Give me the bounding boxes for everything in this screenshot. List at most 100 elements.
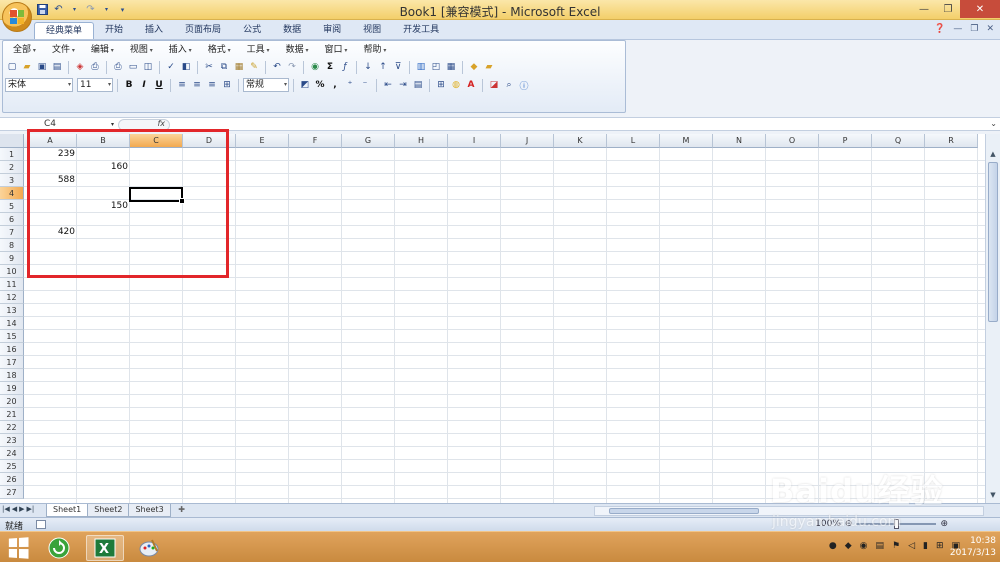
column-header[interactable]: N: [713, 134, 766, 148]
currency-icon[interactable]: ◩: [298, 78, 312, 92]
zoom-level[interactable]: 100%: [815, 519, 841, 529]
scroll-up-icon[interactable]: ▲: [987, 148, 999, 160]
macro-icon[interactable]: ◆: [467, 60, 481, 74]
zoom-out-icon[interactable]: ⊖: [845, 519, 853, 529]
row-header[interactable]: 5: [0, 200, 24, 213]
close-button[interactable]: ✕: [960, 0, 1000, 18]
increase-decimal-icon[interactable]: ⁺: [343, 78, 357, 92]
row-header[interactable]: 17: [0, 356, 24, 369]
column-header[interactable]: O: [766, 134, 819, 148]
minimize-button[interactable]: —: [912, 0, 936, 18]
ribbon-minimize-button[interactable]: —: [953, 24, 962, 34]
open-folder-icon[interactable]: ▰: [20, 60, 34, 74]
zoom-slider-knob[interactable]: [894, 519, 900, 529]
horizontal-scrollbar[interactable]: [594, 506, 984, 516]
ribbon-tab[interactable]: 开发工具: [392, 22, 450, 39]
qq-icon[interactable]: ●: [829, 541, 837, 551]
filter-icon[interactable]: ⊽: [391, 60, 405, 74]
column-header[interactable]: L: [607, 134, 660, 148]
ime-icon[interactable]: ⊞: [936, 541, 944, 551]
sort-ascending-icon[interactable]: ↓: [361, 60, 375, 74]
bold-button[interactable]: B: [122, 78, 136, 92]
expand-formula-bar-icon[interactable]: ⌄: [990, 119, 997, 128]
row-header[interactable]: 10: [0, 265, 24, 278]
column-header[interactable]: G: [342, 134, 395, 148]
active-cell-cursor[interactable]: [129, 187, 185, 204]
row-header[interactable]: 3: [0, 174, 24, 187]
table-icon[interactable]: ▦: [444, 60, 458, 74]
row-header[interactable]: 25: [0, 460, 24, 473]
prev-sheet-icon[interactable]: ◀: [12, 505, 17, 513]
ribbon-tab[interactable]: 审阅: [312, 22, 352, 39]
column-header[interactable]: M: [660, 134, 713, 148]
help-icon[interactable]: ❓: [934, 24, 945, 34]
permission-icon[interactable]: ▤: [50, 60, 64, 74]
insert-function-button[interactable]: fx: [157, 119, 165, 128]
chart-icon[interactable]: ▥: [414, 60, 428, 74]
row-header[interactable]: 9: [0, 252, 24, 265]
pdf-icon[interactable]: ◈: [73, 60, 87, 74]
styles-icon[interactable]: ◪: [487, 78, 501, 92]
vertical-scrollbar[interactable]: ▲ ▼: [985, 134, 1000, 503]
sheet-tab[interactable]: Sheet3: [128, 504, 171, 517]
classic-menu-item[interactable]: 窗口: [317, 43, 356, 57]
print-icon[interactable]: ⎙: [111, 60, 125, 74]
ribbon-tab[interactable]: 页面布局: [174, 22, 232, 39]
row-header[interactable]: 23: [0, 434, 24, 447]
row-header[interactable]: 19: [0, 382, 24, 395]
windows-start-icon[interactable]: [8, 537, 29, 559]
row-header[interactable]: 7: [0, 226, 24, 239]
sort-descending-icon[interactable]: ↑: [376, 60, 390, 74]
zoom-in-icon[interactable]: ⊕: [940, 519, 948, 529]
row-header[interactable]: 20: [0, 395, 24, 408]
column-header[interactable]: R: [925, 134, 978, 148]
column-header[interactable]: P: [819, 134, 872, 148]
align-center-icon[interactable]: ≡: [190, 78, 204, 92]
autosum-icon[interactable]: Σ: [323, 60, 337, 74]
zoom-icon[interactable]: ⌕: [502, 78, 516, 92]
ribbon-tab[interactable]: 数据: [272, 22, 312, 39]
percent-button[interactable]: %: [313, 78, 327, 92]
align-right-icon[interactable]: ≡: [205, 78, 219, 92]
cut-icon[interactable]: ✂: [202, 60, 216, 74]
column-header[interactable]: D: [183, 134, 236, 148]
row-header[interactable]: 8: [0, 239, 24, 252]
excel-taskbar-icon[interactable]: X: [86, 535, 124, 561]
column-header[interactable]: F: [289, 134, 342, 148]
sheet-tab[interactable]: Sheet1: [46, 504, 89, 517]
classic-menu-item[interactable]: 视图: [122, 43, 161, 57]
decrease-indent-icon[interactable]: ⇤: [381, 78, 395, 92]
paint-taskbar-icon[interactable]: [130, 535, 168, 561]
column-header[interactable]: J: [501, 134, 554, 148]
macro-record-icon[interactable]: [36, 520, 46, 529]
sheet-tab[interactable]: Sheet2: [87, 504, 130, 517]
tray-app-icon[interactable]: ◆: [845, 541, 852, 551]
ribbon-tab[interactable]: 开始: [94, 22, 134, 39]
redo-icon[interactable]: ↷: [285, 60, 299, 74]
borders-icon[interactable]: ⊞: [434, 78, 448, 92]
fill-color-icon[interactable]: ◍: [449, 78, 463, 92]
row-header[interactable]: 2: [0, 161, 24, 174]
classic-menu-item[interactable]: 文件: [44, 43, 83, 57]
column-header[interactable]: E: [236, 134, 289, 148]
browser-taskbar-icon[interactable]: [40, 535, 78, 561]
ribbon-restore-button[interactable]: ❐: [970, 24, 978, 34]
vertical-scroll-thumb[interactable]: [988, 162, 998, 322]
cell-a7[interactable]: 420: [24, 226, 77, 239]
cell-b5[interactable]: 150: [77, 200, 130, 213]
office-button[interactable]: [2, 2, 32, 32]
function-icon[interactable]: ƒ: [338, 60, 352, 74]
scroll-down-icon[interactable]: ▼: [987, 489, 999, 501]
copy-icon[interactable]: ⧉: [217, 60, 231, 74]
classic-menu-item[interactable]: 全部: [5, 43, 44, 57]
zoom-slider[interactable]: [856, 519, 937, 529]
decrease-decimal-icon[interactable]: ⁻: [358, 78, 372, 92]
row-header[interactable]: 21: [0, 408, 24, 421]
name-box[interactable]: C4 ▾: [4, 119, 116, 131]
worksheet-grid[interactable]: A B C D E F G H I J K L M N O P Q R 1 2 3 4 5 6 7 8 9 10 11 12 13 14 15 1…: [0, 134, 985, 503]
row-header[interactable]: 12: [0, 291, 24, 304]
cell-a1[interactable]: 239: [24, 148, 77, 161]
classic-menu-item[interactable]: 数据: [278, 43, 317, 57]
cell-b2[interactable]: 160: [77, 161, 130, 174]
italic-button[interactable]: I: [137, 78, 151, 92]
